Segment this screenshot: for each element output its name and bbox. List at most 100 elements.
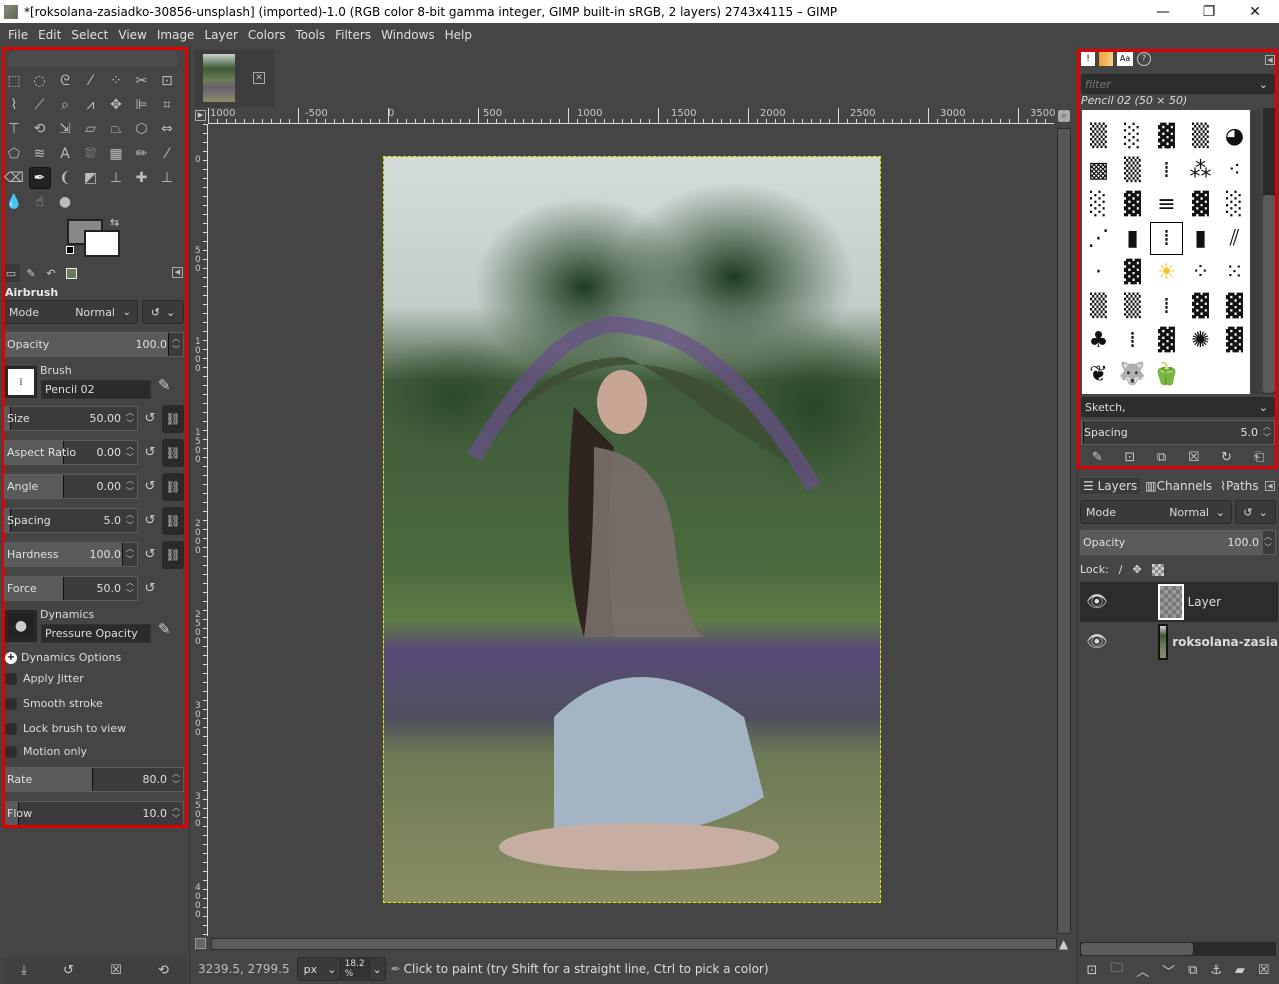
brush-item[interactable]: ☀ (1150, 256, 1183, 289)
tab-layers[interactable]: ☰ Layers (1080, 478, 1141, 494)
undo-history-tab-icon[interactable]: ↶ (42, 264, 60, 282)
spin-arrows-icon[interactable]: ︿ ﹀ (170, 802, 182, 825)
reset-angle-slider-icon[interactable]: ↺ (142, 478, 158, 494)
tool-flip-icon[interactable]: ⇔ (156, 118, 178, 140)
dynamics-options-expander[interactable]: + Dynamics Options (5, 651, 121, 664)
brush-item[interactable]: ░ (1218, 188, 1250, 221)
link-aspect-ratio-slider-icon[interactable]: ⛓ (162, 439, 184, 467)
brush-item[interactable]: ▓ (1218, 324, 1250, 357)
brush-spacing-slider[interactable]: Spacing 5.0 ︿ ﹀ (1081, 420, 1275, 445)
lock-alpha-icon[interactable] (1151, 563, 1164, 576)
tool-options-tab-icon[interactable]: ▭ (2, 264, 20, 282)
spin-arrows-icon[interactable]: ︿ ﹀ (124, 543, 136, 566)
brush-item[interactable]: ⁞ (1116, 324, 1149, 357)
tool-warp-transform-icon[interactable]: ≋ (29, 143, 51, 165)
brush-item[interactable]: ⁞ (1150, 290, 1183, 323)
help-tab-icon[interactable]: ? (1137, 52, 1151, 66)
spin-arrows-icon[interactable]: ︿ ﹀ (124, 509, 136, 532)
dynamics-name-field[interactable]: Pressure Opacity (41, 624, 151, 643)
duplicate-layer-icon[interactable]: ⧉ (1188, 963, 1197, 978)
spin-arrows-icon[interactable]: ︿ ﹀ (170, 768, 182, 791)
brush-filter-field[interactable]: filter ⌄ (1081, 74, 1275, 94)
layer-opacity-slider[interactable]: Opacity 100.0 ︿ ﹀ (1080, 530, 1276, 555)
brush-item[interactable]: ❦ (1082, 358, 1115, 391)
link-hardness-slider-icon[interactable]: ⛓ (162, 541, 184, 569)
delete-brush-icon[interactable]: ☒ (1188, 450, 1200, 465)
angle-slider[interactable]: Angle 0.00 ︿ ﹀ (4, 474, 138, 499)
brush-item[interactable]: · (1082, 256, 1115, 289)
tool-blur-icon[interactable]: 💧 (3, 191, 25, 213)
brush-item[interactable]: ▮ (1116, 222, 1149, 255)
gradients-tab-icon[interactable] (1099, 52, 1113, 66)
reset-force-slider-icon[interactable]: ↺ (142, 580, 158, 596)
unit-dropdown[interactable]: px ⌄ (296, 957, 341, 981)
tool-rect-select-icon[interactable]: ⬚ (3, 70, 25, 92)
brush-item[interactable]: ▒ (1116, 290, 1149, 323)
layers-hscrollbar[interactable] (1081, 943, 1193, 955)
tool-move-icon[interactable]: ✥ (105, 94, 127, 116)
reset-options-icon[interactable]: ⟲ (158, 963, 169, 978)
menu-layer[interactable]: Layer (199, 28, 242, 42)
spacing-slider[interactable]: Spacing 5.0 ︿ ﹀ (4, 508, 138, 533)
brush-item[interactable]: ▓ (1218, 290, 1250, 323)
default-colors-icon[interactable] (66, 246, 74, 254)
minimize-button[interactable]: — (1140, 0, 1186, 23)
duplicate-brush-icon[interactable]: ⧉ (1157, 450, 1166, 465)
checkbox-box[interactable] (5, 722, 17, 735)
flow-slider[interactable]: Flow 10.0 ︿ ﹀ (4, 801, 184, 826)
brush-item[interactable]: ▓ (1184, 290, 1217, 323)
brush-item[interactable]: ⁂ (1184, 154, 1217, 187)
raise-layer-icon[interactable]: ︿ (1136, 961, 1149, 980)
tool-cage-transform-icon[interactable]: ⬠ (3, 143, 25, 165)
checkbox-apply-jitter[interactable]: Apply Jitter (5, 672, 84, 685)
tool-paintbrush-icon[interactable]: ⁄ (156, 143, 178, 165)
menu-filters[interactable]: Filters (330, 28, 376, 42)
menu-select[interactable]: Select (66, 28, 113, 42)
quick-mask-menu-icon[interactable]: ▶ (195, 110, 206, 121)
brush-item[interactable]: ▒ (1116, 154, 1149, 187)
tool-unified-transform-icon[interactable]: ⊤ (3, 118, 25, 140)
tool-select-by-color-icon[interactable]: ⁘ (105, 70, 127, 92)
tool-dodge-burn-icon[interactable]: ● (54, 191, 76, 213)
brush-item[interactable]: ▓ (1116, 188, 1149, 221)
brush-item[interactable]: ≡ (1150, 188, 1183, 221)
brush-item[interactable]: ░ (1082, 188, 1115, 221)
tool-clone-icon[interactable]: ⊥ (105, 167, 127, 189)
tool-3d-transform-icon[interactable]: ⬡ (131, 118, 153, 140)
lock-pixels-icon[interactable]: ∕ (1119, 563, 1123, 576)
image-canvas[interactable] (383, 156, 881, 903)
close-button[interactable]: ✕ (1232, 0, 1278, 23)
brush-preview[interactable]: ⁞ (5, 366, 37, 398)
menu-edit[interactable]: Edit (33, 28, 66, 42)
reset-spacing-slider-icon[interactable]: ↺ (142, 512, 158, 528)
brush-tag-field[interactable]: Sketch, ⌄ (1081, 397, 1275, 417)
edit-brush-icon[interactable]: ✎ (158, 376, 171, 394)
swap-colors-icon[interactable]: ⇆ (110, 216, 119, 229)
brush-item[interactable]: ⁞ (1150, 154, 1183, 187)
tool-paths-icon[interactable]: ⌇ (3, 94, 25, 116)
checkbox-box[interactable] (5, 697, 17, 710)
spin-arrows-icon[interactable]: ︿ ﹀ (124, 577, 136, 600)
tool-mypaint-brush-icon[interactable]: ◩ (80, 167, 102, 189)
brush-item[interactable]: 🫑 (1150, 358, 1183, 391)
menu-image[interactable]: Image (152, 28, 200, 42)
save-options-icon[interactable]: ⤓ (21, 963, 27, 978)
brush-item[interactable]: ◕ (1218, 120, 1250, 153)
new-brush-icon[interactable]: ⊡ (1124, 450, 1135, 465)
navigate-icon[interactable]: ▲ (1059, 937, 1068, 951)
refresh-brushes-icon[interactable]: ↻ (1221, 450, 1232, 465)
mode-dropdown[interactable]: Mode Normal ⌄ (4, 300, 138, 324)
reset-mode-dropdown[interactable]: ↺ ⌄ (142, 300, 184, 324)
brush-item[interactable]: ⁖ (1218, 154, 1250, 187)
checkbox-motion-only[interactable]: Motion only (5, 745, 87, 758)
rate-slider[interactable]: Rate 80.0 ︿ ﹀ (4, 767, 184, 792)
tool-smudge-icon[interactable]: ☝ (29, 191, 51, 213)
tool-airbrush-icon[interactable]: ✒ (28, 166, 51, 189)
edit-brush-icon[interactable]: ✎ (1092, 450, 1103, 465)
device-status-tab-icon[interactable]: ✎ (22, 264, 40, 282)
link-spacing-slider-icon[interactable]: ⛓ (162, 507, 184, 535)
eye-icon[interactable]: 👁 (1086, 632, 1108, 652)
brush-item[interactable]: ⫽ (1218, 222, 1250, 255)
open-brush-as-image-icon[interactable]: ⎗ (1254, 450, 1264, 465)
tool-text-icon[interactable]: A (54, 143, 76, 165)
